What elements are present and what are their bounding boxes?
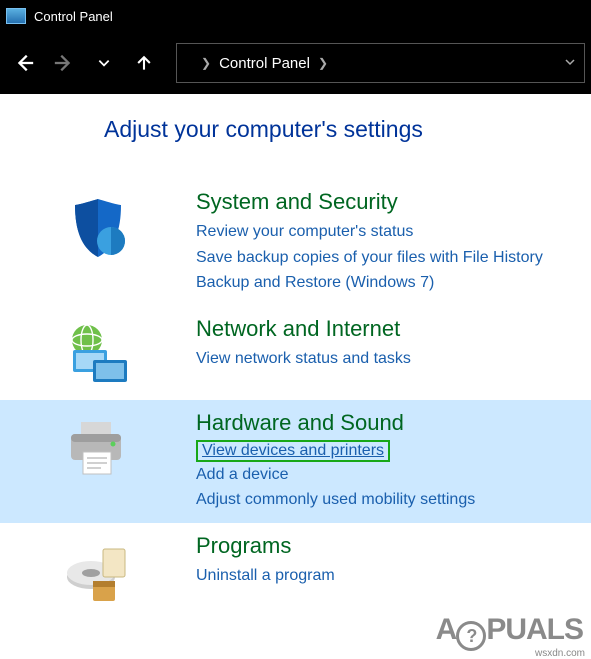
chevron-right-icon[interactable]: ❯: [201, 56, 211, 70]
network-icon[interactable]: [63, 320, 133, 390]
category-hardware-sound: Hardware and Sound View devices and prin…: [0, 400, 591, 523]
question-icon: ?: [456, 621, 486, 651]
link-uninstall-program[interactable]: Uninstall a program: [196, 563, 571, 589]
navigation-bar: ❯ Control Panel ❯: [0, 32, 591, 94]
programs-icon[interactable]: [63, 537, 133, 607]
link-view-devices-printers[interactable]: View devices and printers: [196, 440, 390, 462]
category-system-security: System and Security Review your computer…: [0, 179, 591, 306]
icon-column: [0, 316, 196, 390]
icon-column: [0, 410, 196, 513]
breadcrumb-item[interactable]: Control Panel: [219, 55, 310, 72]
shield-icon[interactable]: [63, 193, 133, 263]
back-button[interactable]: [6, 45, 42, 81]
printer-icon[interactable]: [63, 414, 133, 484]
category-title[interactable]: System and Security: [196, 189, 571, 215]
chevron-right-icon[interactable]: ❯: [318, 56, 328, 70]
watermark: A?PUALS: [436, 613, 583, 652]
icon-column: [0, 189, 196, 296]
window-title: Control Panel: [34, 9, 113, 24]
content-area: Adjust your computer's settings System a…: [0, 94, 591, 617]
category-network-internet: Network and Internet View network status…: [0, 306, 591, 400]
link-review-status[interactable]: Review your computer's status: [196, 219, 571, 245]
category-programs: Programs Uninstall a program: [0, 523, 591, 617]
forward-button[interactable]: [46, 45, 82, 81]
recent-locations-button[interactable]: [86, 45, 122, 81]
window-titlebar: Control Panel: [0, 0, 591, 32]
link-add-device[interactable]: Add a device: [196, 462, 571, 488]
category-title[interactable]: Hardware and Sound: [196, 410, 571, 436]
category-title[interactable]: Programs: [196, 533, 571, 559]
address-dropdown-button[interactable]: [564, 55, 576, 72]
icon-column: [0, 533, 196, 607]
link-backup-restore[interactable]: Backup and Restore (Windows 7): [196, 270, 571, 296]
link-mobility-settings[interactable]: Adjust commonly used mobility settings: [196, 487, 571, 513]
address-bar[interactable]: ❯ Control Panel ❯: [176, 43, 585, 83]
link-network-status[interactable]: View network status and tasks: [196, 346, 571, 372]
link-file-history[interactable]: Save backup copies of your files with Fi…: [196, 245, 571, 271]
up-button[interactable]: [126, 45, 162, 81]
source-label: wsxdn.com: [535, 648, 585, 659]
control-panel-icon: [6, 8, 26, 24]
category-title[interactable]: Network and Internet: [196, 316, 571, 342]
page-title: Adjust your computer's settings: [104, 116, 591, 143]
